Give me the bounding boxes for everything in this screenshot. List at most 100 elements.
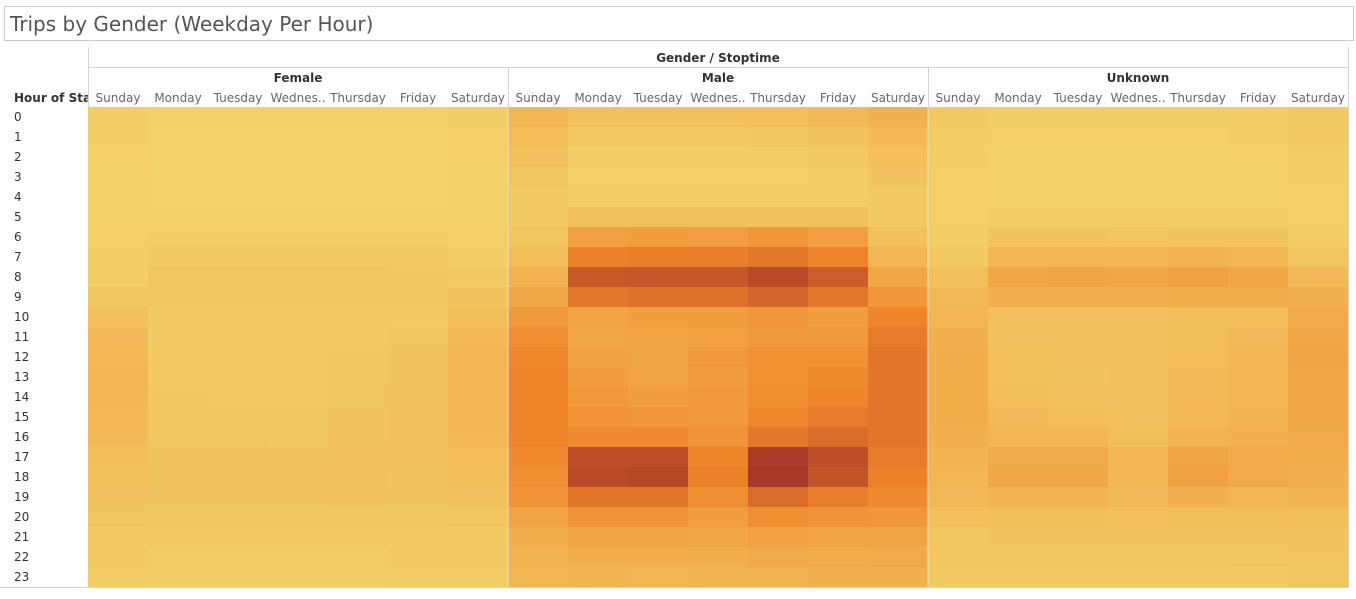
heatmap-cell bbox=[628, 127, 688, 147]
heatmap-cell bbox=[1168, 327, 1228, 347]
heatmap-cell bbox=[628, 227, 688, 247]
heatmap-cell bbox=[1228, 447, 1288, 467]
heatmap-cell bbox=[808, 267, 868, 287]
heatmap-cell bbox=[868, 267, 928, 287]
heatmap-cell bbox=[1288, 527, 1348, 547]
heatmap-cell bbox=[628, 367, 688, 387]
heatmap-cell bbox=[868, 467, 928, 487]
heatmap-cell bbox=[88, 107, 148, 127]
heatmap-cell bbox=[688, 407, 748, 427]
heatmap-cell bbox=[148, 567, 208, 587]
heatmap-cell bbox=[328, 247, 388, 267]
hour-label: 9 bbox=[14, 290, 22, 304]
heatmap-cell bbox=[628, 187, 688, 207]
heatmap-cell bbox=[928, 207, 988, 227]
heatmap-cell bbox=[1288, 287, 1348, 307]
heatmap-cell bbox=[88, 567, 148, 587]
heatmap-cell bbox=[808, 107, 868, 127]
heatmap-cell bbox=[1048, 267, 1108, 287]
heatmap-cell bbox=[568, 327, 628, 347]
heatmap-cell bbox=[688, 147, 748, 167]
heatmap-cell bbox=[568, 207, 628, 227]
heatmap-cell bbox=[388, 107, 448, 127]
heatmap-cell bbox=[208, 327, 268, 347]
heatmap-cell bbox=[1048, 207, 1108, 227]
hour-label: 18 bbox=[14, 470, 30, 484]
heatmap-cell bbox=[508, 347, 568, 367]
day-label: Friday bbox=[1239, 91, 1277, 105]
heatmap-cell bbox=[208, 227, 268, 247]
heatmap-cell bbox=[1168, 307, 1228, 327]
heatmap-cell bbox=[448, 227, 508, 247]
heatmap-cell bbox=[208, 287, 268, 307]
heatmap-cell bbox=[1168, 227, 1228, 247]
heatmap-cell bbox=[1288, 167, 1348, 187]
heatmap-cell bbox=[1228, 407, 1288, 427]
heatmap-cell bbox=[1288, 447, 1348, 467]
heatmap-cell bbox=[688, 387, 748, 407]
heatmap-cell bbox=[808, 347, 868, 367]
heatmap-cell bbox=[808, 547, 868, 567]
heatmap-cell bbox=[748, 327, 808, 347]
heatmap-cell bbox=[1048, 347, 1108, 367]
heatmap-cell bbox=[988, 127, 1048, 147]
heatmap-cell bbox=[808, 487, 868, 507]
heatmap-cell bbox=[628, 247, 688, 267]
heatmap-cell bbox=[808, 427, 868, 447]
heatmap-cell bbox=[208, 527, 268, 547]
heatmap-cell bbox=[628, 527, 688, 547]
heatmap-cell bbox=[88, 267, 148, 287]
heatmap-cell bbox=[88, 507, 148, 527]
heatmap-cell bbox=[328, 367, 388, 387]
heatmap-cell bbox=[1108, 247, 1168, 267]
heatmap-cell bbox=[328, 427, 388, 447]
heatmap-cell bbox=[328, 187, 388, 207]
hour-label: 19 bbox=[14, 490, 30, 504]
heatmap-cell bbox=[868, 167, 928, 187]
heatmap-cell bbox=[1228, 107, 1288, 127]
heatmap-cell bbox=[1228, 347, 1288, 367]
heatmap-cell bbox=[328, 307, 388, 327]
heatmap-cell bbox=[1048, 247, 1108, 267]
heatmap-cell bbox=[1228, 127, 1288, 147]
heatmap-cell bbox=[448, 367, 508, 387]
heatmap-cell bbox=[568, 427, 628, 447]
heatmap-cell bbox=[1108, 447, 1168, 467]
heatmap-cell bbox=[268, 487, 328, 507]
hour-label: 0 bbox=[14, 110, 22, 124]
heatmap-cell bbox=[628, 447, 688, 467]
heatmap-cell bbox=[808, 127, 868, 147]
heatmap-cell bbox=[1288, 247, 1348, 267]
heatmap-cell bbox=[448, 567, 508, 587]
heatmap-cell bbox=[1228, 487, 1288, 507]
heatmap-cell bbox=[1288, 387, 1348, 407]
heatmap-cell bbox=[988, 267, 1048, 287]
heatmap-cell bbox=[808, 287, 868, 307]
heatmap-cell bbox=[88, 387, 148, 407]
heatmap-cell bbox=[568, 287, 628, 307]
heatmap-cell bbox=[1168, 367, 1228, 387]
heatmap-cell bbox=[1048, 467, 1108, 487]
heatmap-cell bbox=[1048, 107, 1108, 127]
heatmap-cell bbox=[928, 507, 988, 527]
heatmap-cell bbox=[928, 147, 988, 167]
row-header-label: Hour of Sta.. bbox=[14, 91, 88, 105]
heatmap-cell bbox=[148, 487, 208, 507]
heatmap-cell bbox=[928, 567, 988, 587]
heatmap-cell bbox=[208, 147, 268, 167]
day-label: Tuesday bbox=[1053, 91, 1103, 105]
heatmap-cell bbox=[868, 367, 928, 387]
heatmap-cell bbox=[148, 127, 208, 147]
heatmap-cell bbox=[628, 467, 688, 487]
heatmap-cell bbox=[1108, 527, 1168, 547]
heatmap-cell bbox=[868, 127, 928, 147]
heatmap-cell bbox=[388, 467, 448, 487]
heatmap-cell bbox=[868, 327, 928, 347]
heatmap-cell bbox=[1228, 147, 1288, 167]
heatmap-cell bbox=[568, 187, 628, 207]
heatmap-cell bbox=[1168, 567, 1228, 587]
heatmap-cell bbox=[868, 387, 928, 407]
heatmap-cell bbox=[568, 107, 628, 127]
heatmap-cell bbox=[88, 187, 148, 207]
hour-label: 21 bbox=[14, 530, 30, 544]
